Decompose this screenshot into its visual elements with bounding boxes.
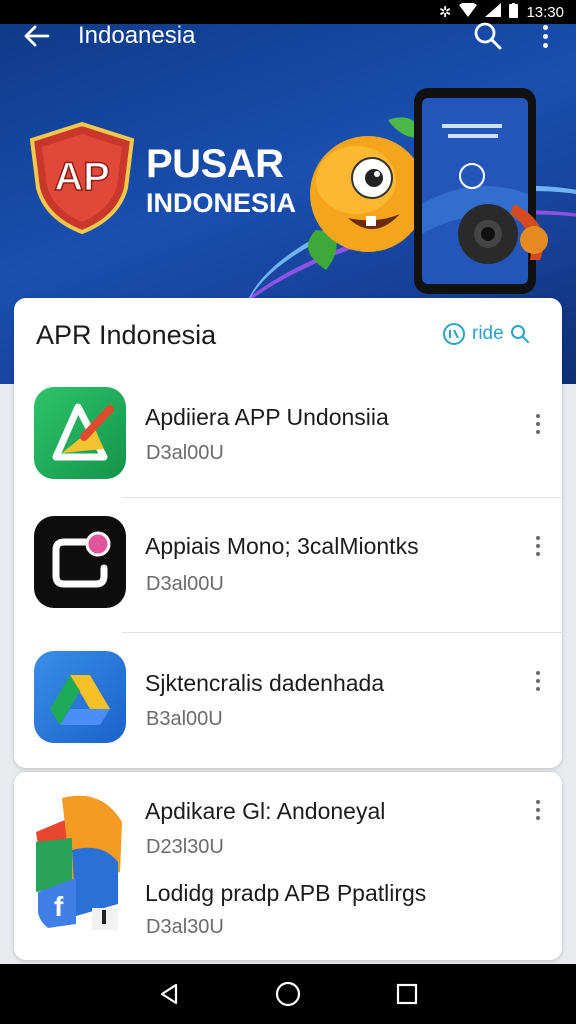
- recents-square-icon: [396, 983, 417, 1005]
- page-title: Indoanesia: [78, 22, 196, 49]
- item-menu-button[interactable]: [528, 667, 548, 695]
- search-icon: [510, 325, 529, 343]
- card-title: APR Indonesia: [36, 320, 217, 350]
- app-collage-icon: f: [32, 792, 128, 932]
- camera-app-icon: [34, 516, 126, 608]
- system-nav-bar: [0, 964, 576, 1024]
- triangle-back-icon: [161, 983, 178, 1005]
- nav-back-button[interactable]: [149, 974, 189, 1014]
- phone-headphones-illustration: [404, 84, 554, 300]
- arrow-left-icon: [24, 25, 50, 47]
- app-name: Sjktencralis dadenhada: [145, 670, 385, 696]
- app-name: Appiais Mono; 3calMiontks: [145, 533, 419, 559]
- list-item[interactable]: Apdiiera APP Undonsiia D3al00U: [14, 384, 562, 498]
- battery-icon: [509, 2, 519, 22]
- app-meta: D3al30U: [146, 916, 224, 938]
- list-item[interactable]: Sjktencralis dadenhada B3al00U: [14, 633, 562, 768]
- list-item[interactable]: f Apdikare Gl: Andoneyal D23l30U Lodidg …: [14, 772, 562, 960]
- app-builder-icon: [34, 387, 126, 479]
- nav-home-button[interactable]: [268, 974, 308, 1014]
- app-meta: B3al00U: [146, 708, 223, 730]
- item-menu-button[interactable]: [528, 410, 548, 438]
- list-item[interactable]: Appiais Mono; 3calMiontks D3al00U: [14, 498, 562, 633]
- app-meta: D23l30U: [146, 836, 224, 858]
- search-icon: [474, 22, 502, 50]
- hide-icon: [443, 323, 465, 345]
- hide-label: ride: [472, 323, 504, 344]
- overflow-menu-button[interactable]: [530, 18, 560, 54]
- app-name: Lodidg pradp APB Ppatlirgs: [145, 880, 427, 906]
- banner-title-line1: PUSAR: [146, 142, 284, 186]
- nav-recents-button[interactable]: [387, 974, 427, 1014]
- banner-title-line2: INDONESIA: [146, 188, 297, 218]
- hide-toggle[interactable]: ride: [442, 322, 530, 346]
- app-meta: D3al00U: [146, 442, 224, 464]
- home-circle-icon: [275, 981, 301, 1007]
- svg-text:AP: AP: [54, 155, 110, 199]
- app-list-card: APR Indonesia ride Apdiiera APP Undonsii…: [14, 298, 562, 768]
- brand-shield-logo: AP: [28, 121, 136, 235]
- app-meta: D3al00U: [146, 573, 224, 595]
- search-button[interactable]: [470, 18, 506, 54]
- item-menu-button[interactable]: [528, 532, 548, 560]
- app-name: Apdikare Gl: Andoneyal: [145, 798, 386, 824]
- drive-icon: [34, 651, 126, 743]
- app-name: Apdiiera APP Undonsiia: [145, 404, 389, 430]
- item-menu-button[interactable]: [528, 796, 548, 824]
- notification-icon: ✲: [438, 4, 452, 21]
- app-group-card: f Apdikare Gl: Andoneyal D23l30U Lodidg …: [14, 772, 562, 960]
- back-button[interactable]: [18, 18, 54, 54]
- svg-text:f: f: [54, 891, 64, 922]
